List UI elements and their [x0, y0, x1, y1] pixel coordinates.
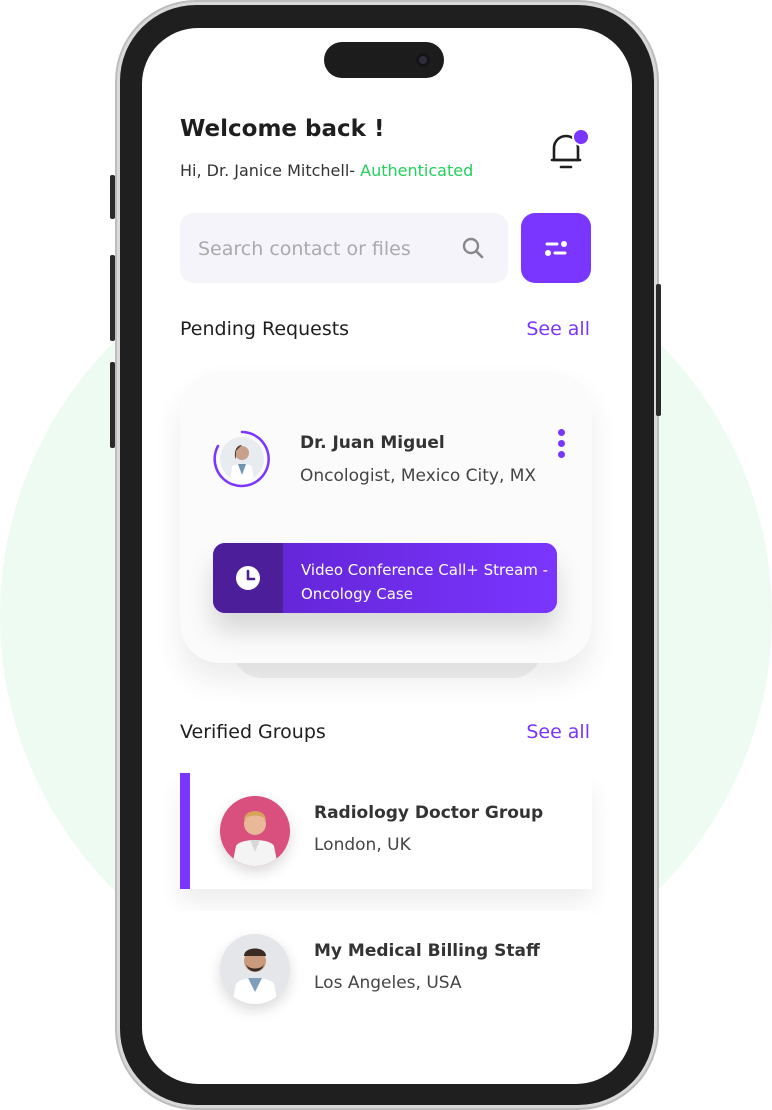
- group-location: Los Angeles, USA: [314, 973, 462, 993]
- search-input[interactable]: [196, 231, 450, 267]
- video-call-button[interactable]: Video Conference Call+ Stream -Oncology …: [213, 543, 557, 613]
- call-bar-icon-area: [213, 543, 283, 613]
- phone-screen: Welcome back ! Hi, Dr. Janice Mitchell- …: [142, 28, 632, 1084]
- doctor-role: Oncologist, Mexico City, MX: [300, 466, 537, 486]
- power-button: [656, 284, 661, 416]
- clock-icon: [236, 566, 260, 590]
- doctor-name: Dr. Juan Miguel: [300, 433, 445, 453]
- camera-icon: [416, 53, 430, 67]
- person-icon: [230, 445, 254, 481]
- pending-see-all-link[interactable]: See all: [526, 318, 590, 340]
- mute-switch: [110, 175, 115, 219]
- filter-icon: [545, 241, 567, 256]
- notification-button[interactable]: [546, 128, 590, 178]
- person-icon: [232, 948, 278, 1004]
- pending-requests-title: Pending Requests: [180, 318, 350, 340]
- group-avatar: [220, 934, 290, 1004]
- auth-status: Authenticated: [360, 161, 474, 180]
- notification-dot: [572, 128, 590, 146]
- kebab-menu-icon[interactable]: [556, 429, 566, 461]
- search-icon[interactable]: [462, 237, 484, 259]
- doctor-photo: [220, 437, 264, 481]
- search-box[interactable]: [180, 213, 508, 283]
- volume-down-button: [110, 362, 115, 448]
- call-description: Video Conference Call+ Stream -Oncology …: [301, 561, 549, 603]
- groups-see-all-link[interactable]: See all: [526, 721, 590, 743]
- pending-request-card[interactable]: Dr. Juan Miguel Oncologist, Mexico City,…: [180, 371, 592, 663]
- welcome-heading: Welcome back !: [180, 116, 385, 142]
- verified-groups-title: Verified Groups: [180, 721, 326, 743]
- dynamic-island: [324, 42, 444, 78]
- group-location: London, UK: [314, 835, 411, 855]
- group-avatar: [220, 796, 290, 866]
- filter-button[interactable]: [521, 213, 591, 283]
- greeting-line: Hi, Dr. Janice Mitchell- Authenticated: [180, 161, 473, 180]
- greeting-text: Hi, Dr. Janice Mitchell-: [180, 161, 356, 180]
- group-name: My Medical Billing Staff: [314, 941, 540, 961]
- group-item-radiology[interactable]: Radiology Doctor Group London, UK: [180, 773, 592, 889]
- doctor-avatar: [212, 429, 272, 489]
- active-indicator: [180, 773, 190, 889]
- person-icon: [232, 811, 278, 866]
- group-name: Radiology Doctor Group: [314, 803, 544, 823]
- group-item-billing[interactable]: My Medical Billing Staff Los Angeles, US…: [180, 911, 592, 1027]
- volume-up-button: [110, 255, 115, 341]
